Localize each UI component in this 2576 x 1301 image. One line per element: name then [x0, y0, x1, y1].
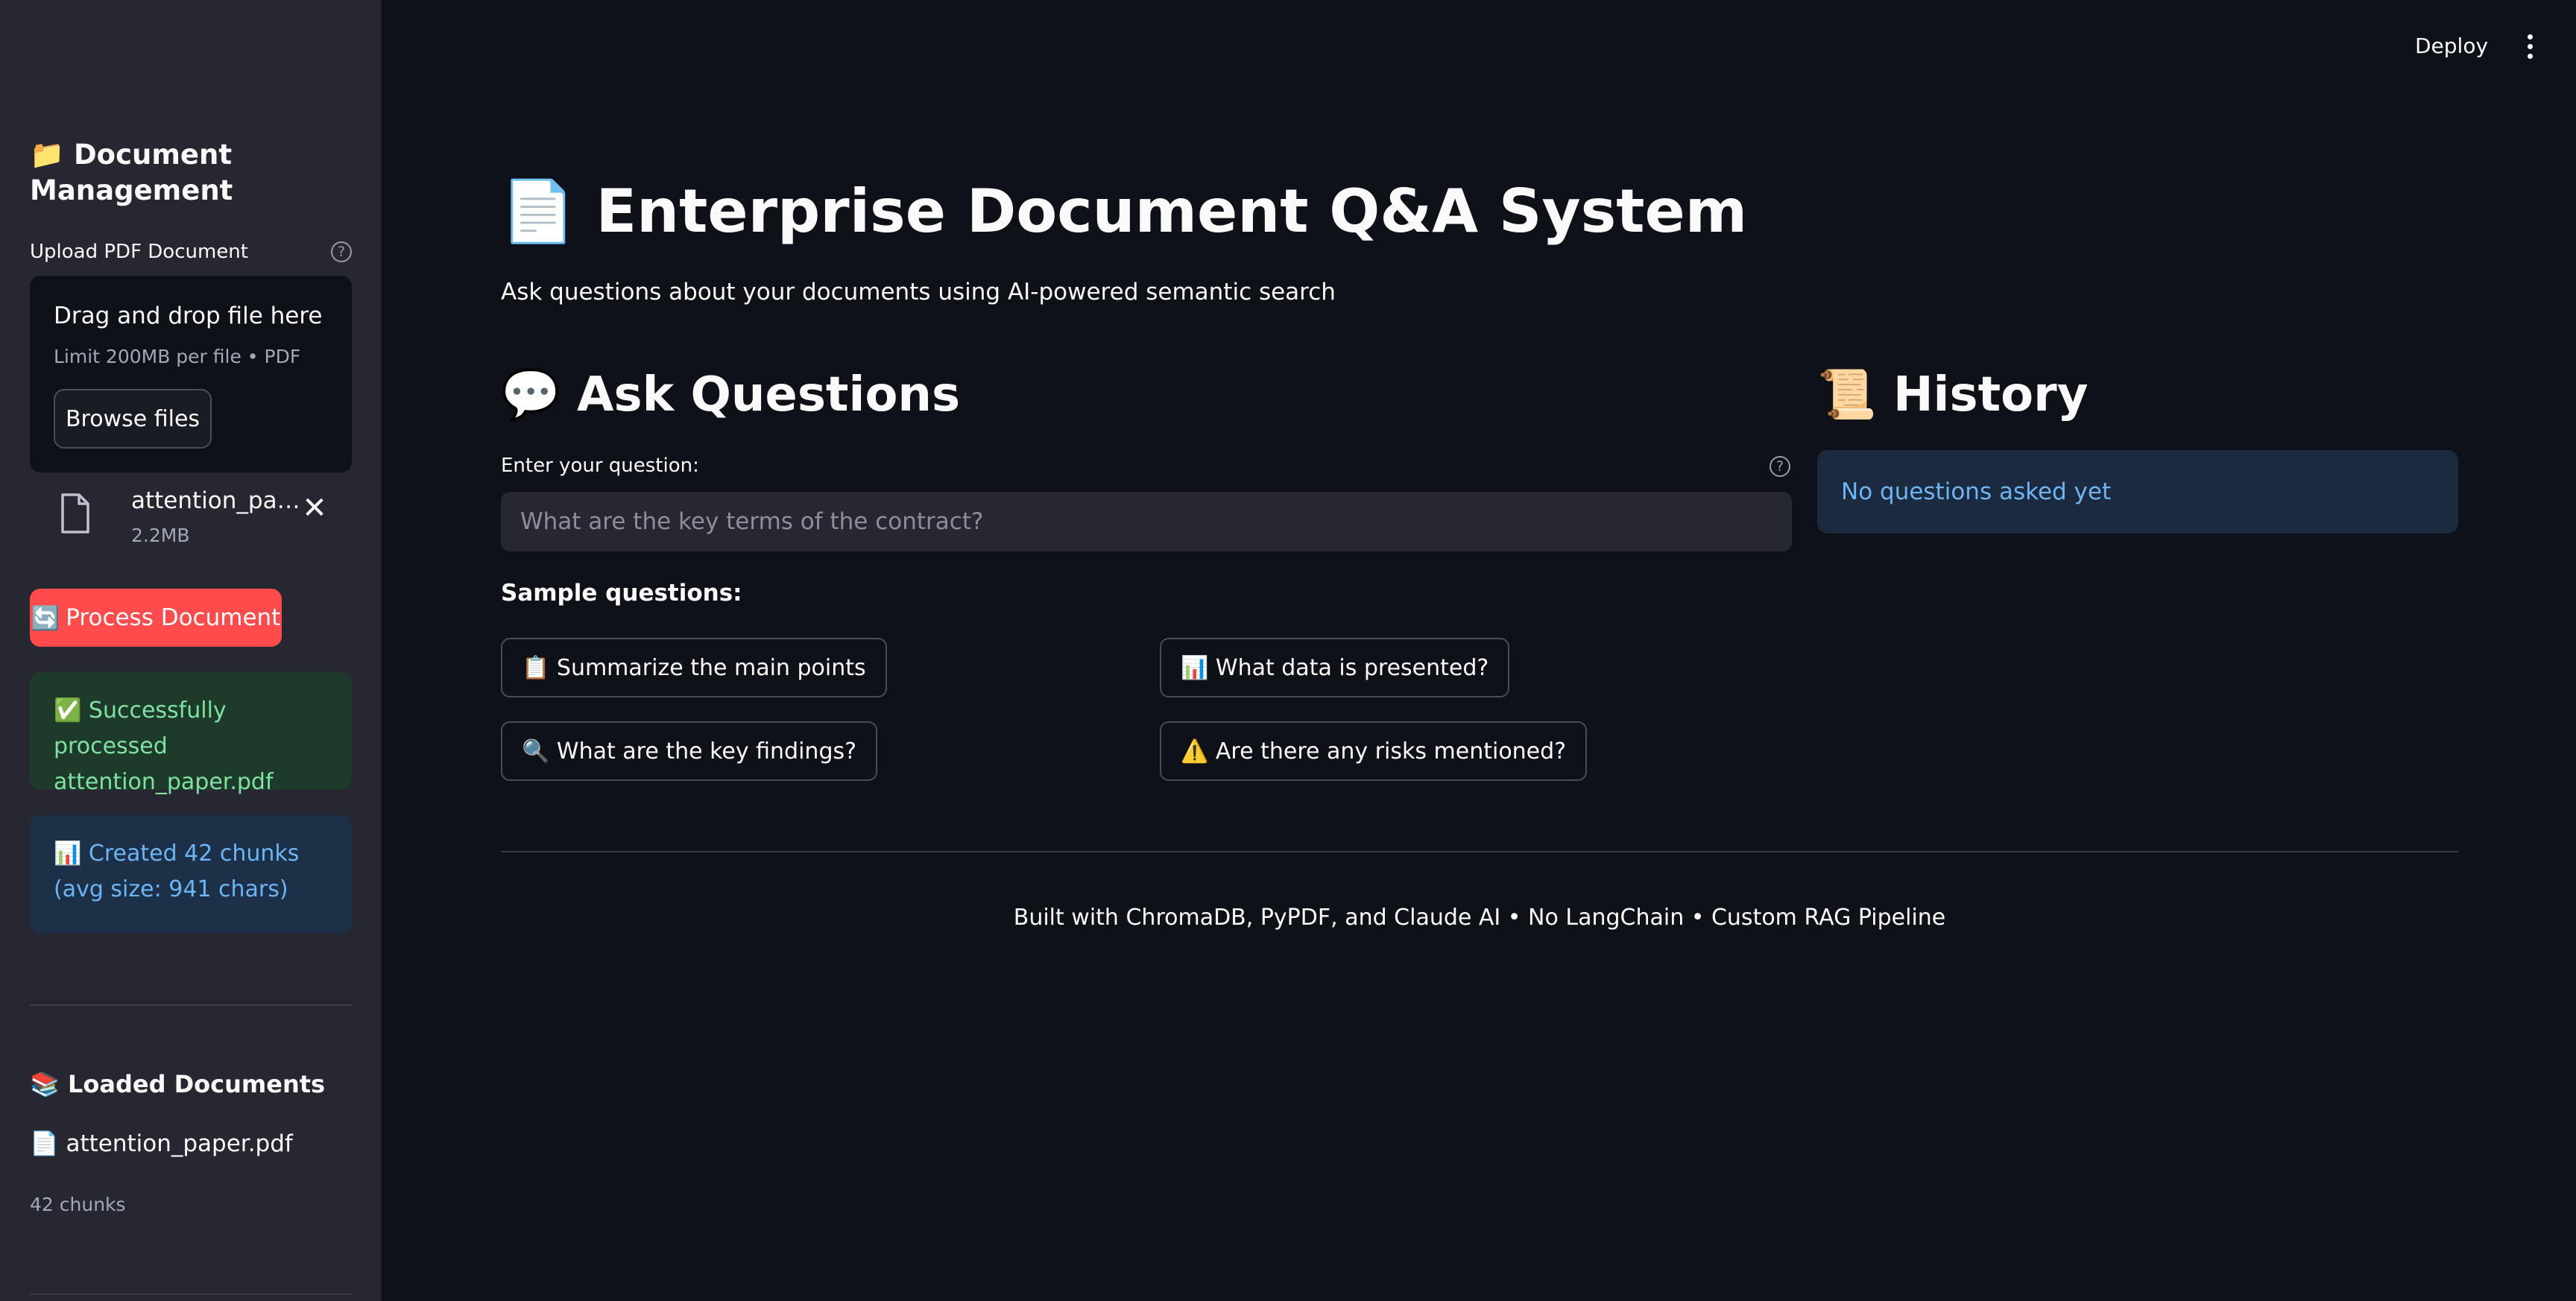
process-document-button[interactable]: 🔄 Process Document: [30, 589, 282, 647]
scroll-icon: 📜: [1817, 367, 1877, 422]
help-icon[interactable]: ?: [331, 241, 352, 262]
upload-label-row: Upload PDF Document ?: [30, 238, 352, 265]
loaded-document-name: attention_paper.pdf: [66, 1130, 293, 1157]
page-icon: 📄: [501, 177, 575, 246]
app-root: 📁 Document Management Upload PDF Documen…: [0, 0, 2576, 1301]
sidebar: 📁 Document Management Upload PDF Documen…: [0, 0, 382, 1301]
speech-bubble-icon: 💬: [501, 367, 561, 422]
uploaded-file-size: 2.2MB: [131, 525, 190, 546]
success-message: Successfully processed attention_paper.p…: [54, 697, 274, 795]
deploy-button[interactable]: Deploy: [2415, 30, 2488, 63]
dropzone-title: Drag and drop file here: [54, 303, 323, 329]
sample-question-button[interactable]: ⚠️ Are there any risks mentioned?: [1160, 721, 1588, 781]
sidebar-divider: [30, 1004, 352, 1006]
books-icon: 📚: [30, 1070, 60, 1098]
upload-label: Upload PDF Document: [30, 241, 248, 263]
question-help-icon[interactable]: ?: [1770, 456, 1790, 477]
sample-question-label: Summarize the main points: [556, 654, 866, 681]
close-icon[interactable]: ✕: [300, 493, 329, 523]
question-label: Enter your question:: [501, 455, 699, 477]
page-title: 📄 Enterprise Document Q&A System: [501, 167, 1747, 256]
file-dropzone[interactable]: Drag and drop file here Limit 200MB per …: [30, 276, 352, 472]
folder-icon: 📁: [30, 139, 65, 171]
sample-question-label: Are there any risks mentioned?: [1215, 738, 1567, 765]
loaded-document-item: 📄 attention_paper.pdf: [30, 1130, 293, 1157]
sidebar-title: 📁 Document Management: [30, 137, 358, 209]
bar-chart-icon: 📊: [54, 841, 82, 867]
info-message: Created 42 chunks (avg size: 941 chars): [54, 841, 300, 902]
success-alert: ✅ Successfully processed attention_paper…: [30, 672, 352, 795]
ask-questions-heading-text: Ask Questions: [576, 367, 961, 422]
warning-icon: ⚠️: [1181, 738, 1209, 765]
browse-files-button[interactable]: Browse files: [54, 389, 212, 449]
clipboard-icon: 📋: [522, 654, 550, 681]
uploaded-file-item: attention_paper.pdf 2.2MB ✕: [30, 483, 352, 557]
sample-question-button[interactable]: 📊 What data is presented?: [1160, 638, 1510, 697]
history-empty-state: No questions asked yet: [1817, 450, 2458, 534]
loaded-documents-heading-text: Loaded Documents: [67, 1070, 326, 1098]
refresh-icon: 🔄: [31, 604, 60, 632]
bar-chart-icon: 📊: [1181, 654, 1209, 681]
document-icon: 📄: [30, 1130, 59, 1157]
sample-question-label: What data is presented?: [1215, 654, 1489, 681]
sidebar-divider-bottom: [30, 1294, 352, 1295]
process-button-label: Process Document: [66, 604, 281, 631]
magnifier-icon: 🔍: [522, 738, 550, 765]
page-subtitle: Ask questions about your documents using…: [501, 279, 1336, 306]
dropzone-limit: Limit 200MB per file • PDF: [54, 346, 301, 367]
history-heading-text: History: [1892, 367, 2089, 422]
sample-questions-label: Sample questions:: [501, 580, 742, 607]
history-heading: 📜 History: [1817, 359, 2088, 431]
sample-question-button[interactable]: 🔍 What are the key findings?: [501, 721, 878, 781]
file-icon: [61, 493, 89, 534]
footer-text: Built with ChromaDB, PyPDF, and Claude A…: [1013, 905, 1946, 931]
uploaded-file-name: attention_paper.pdf: [131, 487, 301, 514]
sample-question-label: What are the key findings?: [556, 738, 857, 765]
question-input[interactable]: [501, 492, 1792, 551]
page-title-text: Enterprise Document Q&A System: [596, 177, 1748, 246]
info-alert: 📊 Created 42 chunks (avg size: 941 chars…: [30, 815, 352, 933]
loaded-documents-heading: 📚 Loaded Documents: [30, 1070, 325, 1098]
ask-questions-heading: 💬 Ask Questions: [501, 359, 960, 431]
check-icon: ✅: [54, 697, 82, 724]
main-divider: [501, 851, 2458, 852]
sample-question-button[interactable]: 📋 Summarize the main points: [501, 638, 887, 697]
more-menu-icon[interactable]: [2515, 30, 2545, 63]
loaded-document-chunks: 42 chunks: [30, 1194, 126, 1215]
